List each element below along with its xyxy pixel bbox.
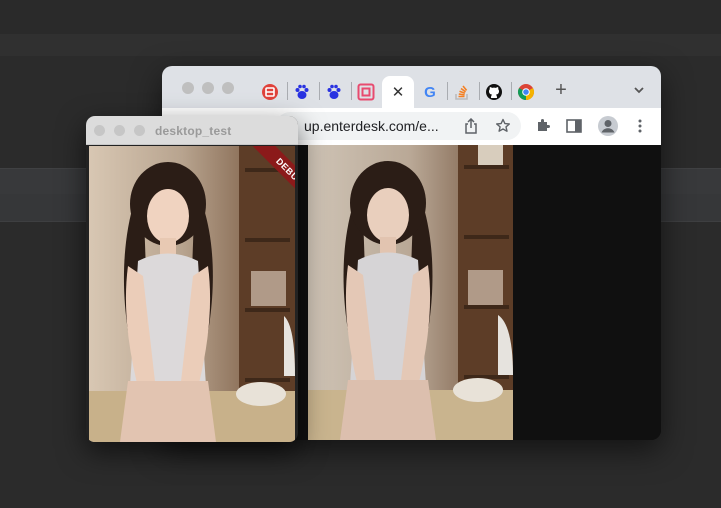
- baidu-paw-icon: [325, 83, 343, 101]
- minimize-window-button[interactable]: [202, 82, 214, 94]
- tab-9[interactable]: [510, 76, 542, 108]
- tab-search-button[interactable]: [629, 80, 649, 100]
- tab-1[interactable]: [254, 76, 286, 108]
- share-icon[interactable]: [462, 117, 480, 135]
- google-icon: G: [424, 83, 436, 101]
- app-titlebar: desktop_test: [86, 116, 298, 145]
- window-title: desktop_test: [155, 124, 232, 138]
- bookmark-star-icon[interactable]: [494, 117, 512, 135]
- side-panel-icon[interactable]: [565, 117, 583, 135]
- tab-strip: ✕ G +: [162, 66, 661, 108]
- extensions-icon[interactable]: [534, 117, 552, 135]
- tab-6[interactable]: G: [414, 76, 446, 108]
- tab-3[interactable]: [318, 76, 350, 108]
- more-menu-icon[interactable]: [631, 117, 649, 135]
- desktop-band: [0, 0, 721, 34]
- zoom-window-button[interactable]: [222, 82, 234, 94]
- close-icon[interactable]: ✕: [389, 83, 407, 101]
- tab-7[interactable]: [446, 76, 478, 108]
- wallpaper-photo: [308, 145, 513, 440]
- red-circle-logo-icon: [261, 83, 279, 101]
- profile-avatar-icon[interactable]: [597, 115, 619, 137]
- tab-2[interactable]: [286, 76, 318, 108]
- close-window-button[interactable]: [94, 125, 105, 136]
- minimize-window-button[interactable]: [114, 125, 125, 136]
- pink-square-logo-icon: [357, 83, 375, 101]
- desktop-band: [0, 34, 721, 56]
- chrome-icon: [517, 83, 535, 101]
- new-tab-button[interactable]: +: [551, 79, 571, 101]
- tab-8[interactable]: [478, 76, 510, 108]
- baidu-paw-icon: [293, 83, 311, 101]
- stackoverflow-icon: [453, 83, 471, 101]
- close-window-button[interactable]: [182, 82, 194, 94]
- zoom-window-button[interactable]: [134, 125, 145, 136]
- wallpaper-photo: DEBUG: [89, 146, 295, 442]
- address-bar[interactable]: up.enterdesk.com/e...: [276, 112, 521, 140]
- address-bar-url: up.enterdesk.com/e...: [304, 118, 439, 134]
- github-icon: [485, 83, 503, 101]
- app-window: desktop_test DEBUG: [86, 116, 298, 442]
- tab-4[interactable]: [350, 76, 382, 108]
- tab-active[interactable]: ✕: [382, 76, 414, 108]
